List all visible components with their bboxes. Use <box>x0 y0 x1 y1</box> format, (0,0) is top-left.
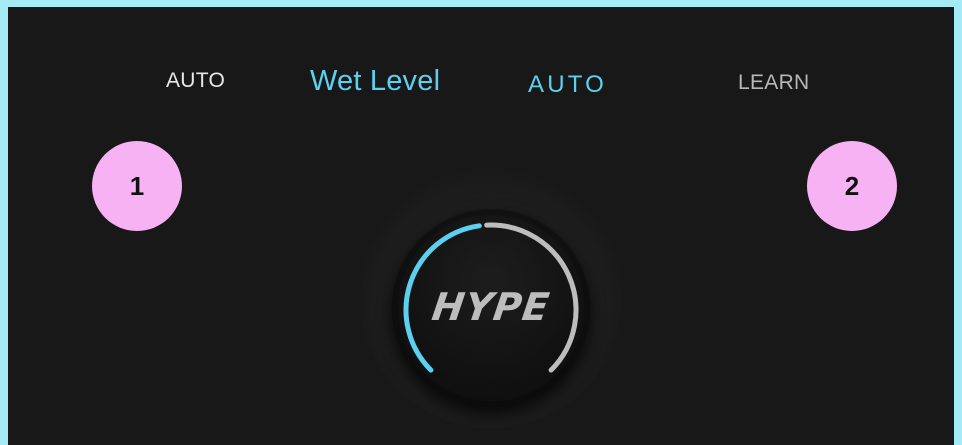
hype-logo: HYPE <box>429 285 553 329</box>
parameter-name-label: Wet Level <box>310 65 441 97</box>
learn-button[interactable]: LEARN <box>738 71 810 95</box>
auto-right-button[interactable]: AUTO <box>528 71 607 99</box>
auto-left-button[interactable]: AUTO <box>166 69 225 93</box>
annotation-badge-2: 2 <box>807 141 897 231</box>
annotation-badge-1: 1 <box>92 141 182 231</box>
wet-level-knob[interactable]: HYPE <box>360 167 622 445</box>
plugin-panel: AUTO Wet Level AUTO LEARN 1 2 HYPE <box>8 7 954 445</box>
